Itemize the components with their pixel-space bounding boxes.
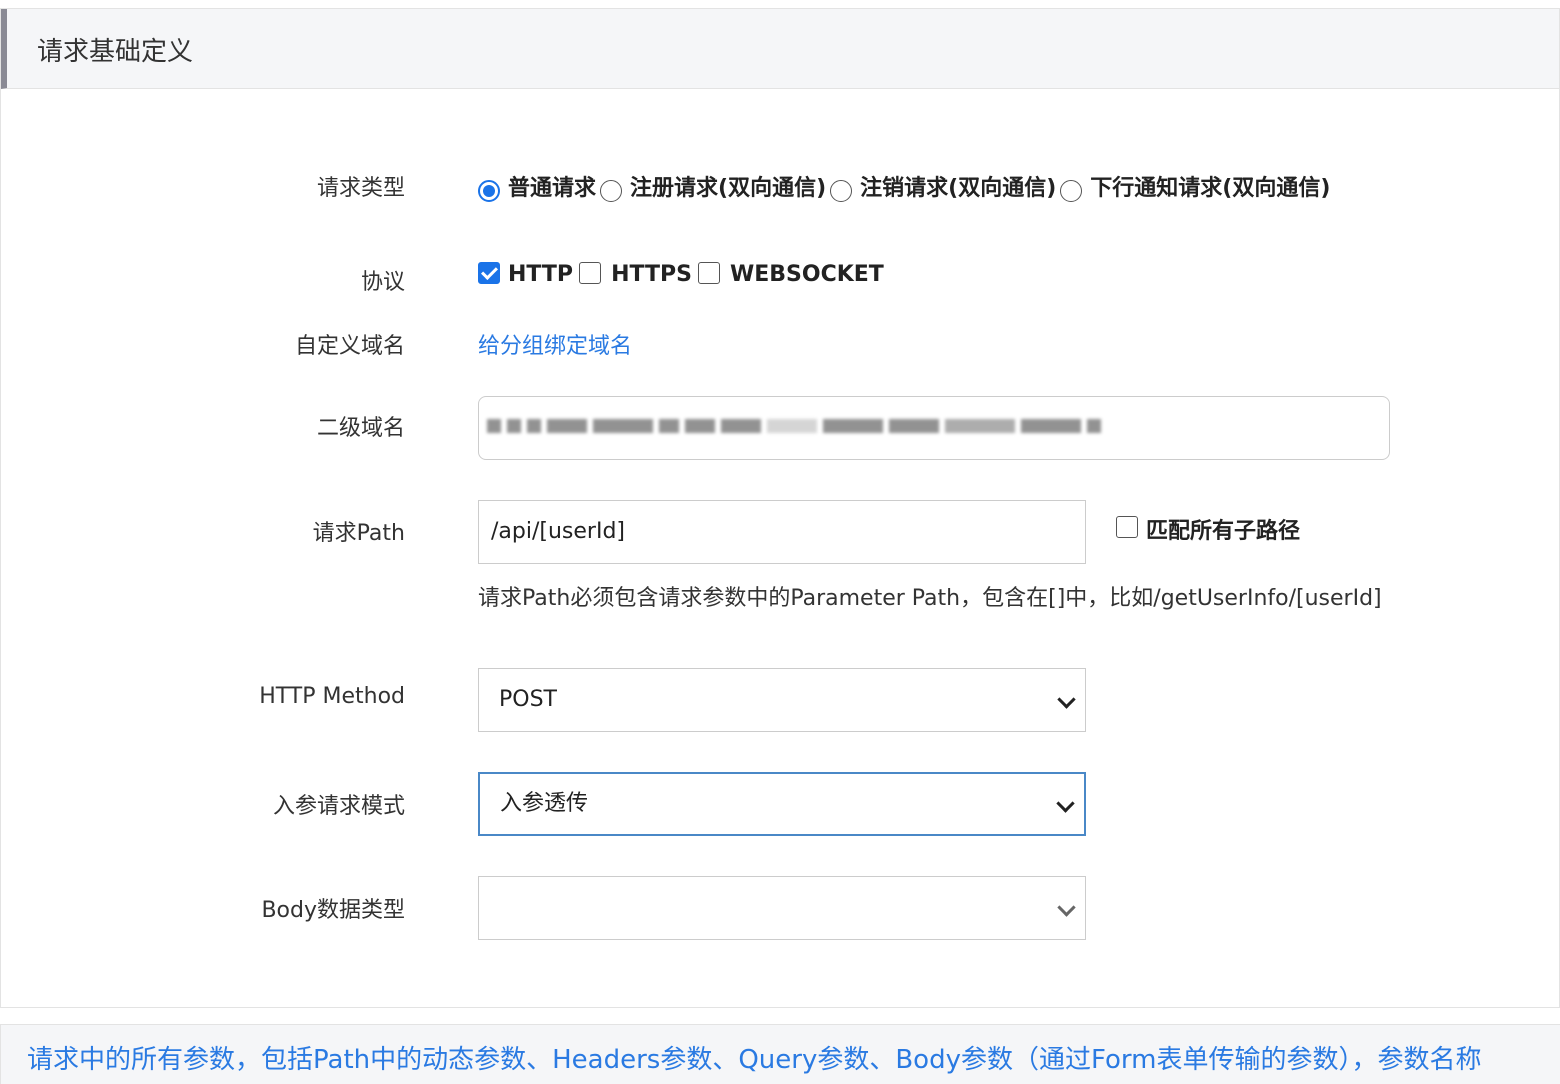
request-path-input[interactable]: /api/[userId] (478, 500, 1086, 564)
parameter-notice-text: 请求中的所有参数，包括Path中的动态参数、Headers参数、Query参数、… (27, 1045, 1482, 1075)
chevron-down-icon (1057, 690, 1076, 709)
checkbox-http-label: HTTP (508, 262, 574, 287)
request-type-group: 普通请求 注册请求(双向通信) 注销请求(双向通信) 下行通知请求(双向通信) (478, 170, 1334, 202)
chevron-down-icon (1056, 794, 1075, 813)
checkbox-https[interactable] (579, 261, 602, 284)
label-param-mode: 入参请求模式 (272, 794, 405, 819)
panel-header: 请求基础定义 (1, 9, 1559, 89)
radio-unregister-request[interactable] (830, 180, 853, 202)
protocol-group: HTTP HTTPS WEBSOCKET (478, 261, 890, 287)
chevron-down-icon (1057, 898, 1076, 917)
radio-normal-request[interactable] (478, 180, 500, 202)
parameter-notice-bar: 请求中的所有参数，包括Path中的动态参数、Headers参数、Query参数、… (0, 1024, 1560, 1084)
panel-title: 请求基础定义 (37, 37, 194, 67)
checkbox-match-sub-paths[interactable] (1116, 516, 1138, 538)
match-sub-paths: 匹配所有子路径 (1116, 513, 1306, 545)
label-protocol: 协议 (360, 270, 405, 295)
param-mode-value: 入参透传 (500, 791, 589, 816)
http-method-select[interactable]: POST (478, 668, 1086, 732)
label-subdomain: 二级域名 (316, 416, 405, 441)
label-custom-domain: 自定义域名 (294, 334, 405, 359)
radio-downlink-request[interactable] (1060, 180, 1083, 202)
checkbox-websocket[interactable] (697, 261, 720, 284)
body-type-select[interactable] (478, 876, 1086, 940)
subdomain-field-redacted[interactable] (478, 396, 1390, 460)
radio-downlink-label: 下行通知请求(双向通信) (1090, 176, 1331, 201)
label-http-method: HTTP Method (259, 684, 405, 709)
bind-domain-link[interactable]: 给分组绑定域名 (478, 328, 632, 360)
param-mode-select[interactable]: 入参透传 (478, 772, 1086, 836)
radio-normal-label: 普通请求 (508, 176, 597, 201)
redacted-content (487, 419, 1101, 435)
match-sub-paths-label: 匹配所有子路径 (1146, 519, 1301, 544)
http-method-value: POST (499, 687, 557, 712)
radio-unregister-label: 注销请求(双向通信) (860, 176, 1057, 201)
radio-register-request[interactable] (600, 180, 623, 202)
checkbox-http[interactable] (478, 261, 500, 284)
label-request-path: 请求Path (312, 521, 405, 546)
label-request-type: 请求类型 (316, 176, 405, 201)
path-help-text: 请求Path必须包含请求参数中的Parameter Path，包含在[]中，比如… (478, 586, 1382, 611)
radio-register-label: 注册请求(双向通信) (630, 176, 827, 201)
label-body-type: Body数据类型 (261, 898, 405, 923)
checkbox-websocket-label: WEBSOCKET (729, 262, 884, 287)
checkbox-https-label: HTTPS (611, 262, 692, 287)
